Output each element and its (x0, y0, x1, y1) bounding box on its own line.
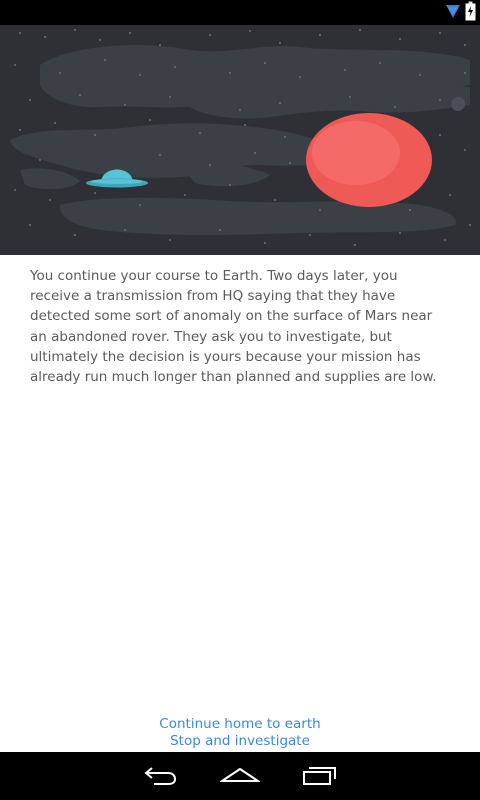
space-illustration (0, 25, 480, 255)
signal-icon (445, 2, 461, 24)
navigation-bar (0, 752, 480, 800)
home-button[interactable] (216, 760, 264, 794)
recent-apps-button[interactable] (296, 760, 344, 794)
choice-list: Continue home to earth Stop and investig… (0, 716, 480, 750)
recent-apps-icon (301, 764, 339, 790)
continue-home-button[interactable]: Continue home to earth (159, 716, 320, 733)
small-planet (451, 97, 465, 111)
investigate-button[interactable]: Stop and investigate (170, 733, 310, 750)
screen: You continue your course to Earth. Two d… (0, 0, 480, 800)
battery-charging-icon (465, 1, 476, 25)
mars-planet (306, 113, 432, 207)
story-text: You continue your course to Earth. Two d… (30, 268, 437, 386)
back-button[interactable] (136, 760, 184, 794)
home-icon (218, 765, 262, 789)
space-scene (0, 25, 480, 255)
status-icons (445, 1, 476, 25)
back-icon (142, 764, 178, 790)
status-bar (0, 0, 480, 25)
